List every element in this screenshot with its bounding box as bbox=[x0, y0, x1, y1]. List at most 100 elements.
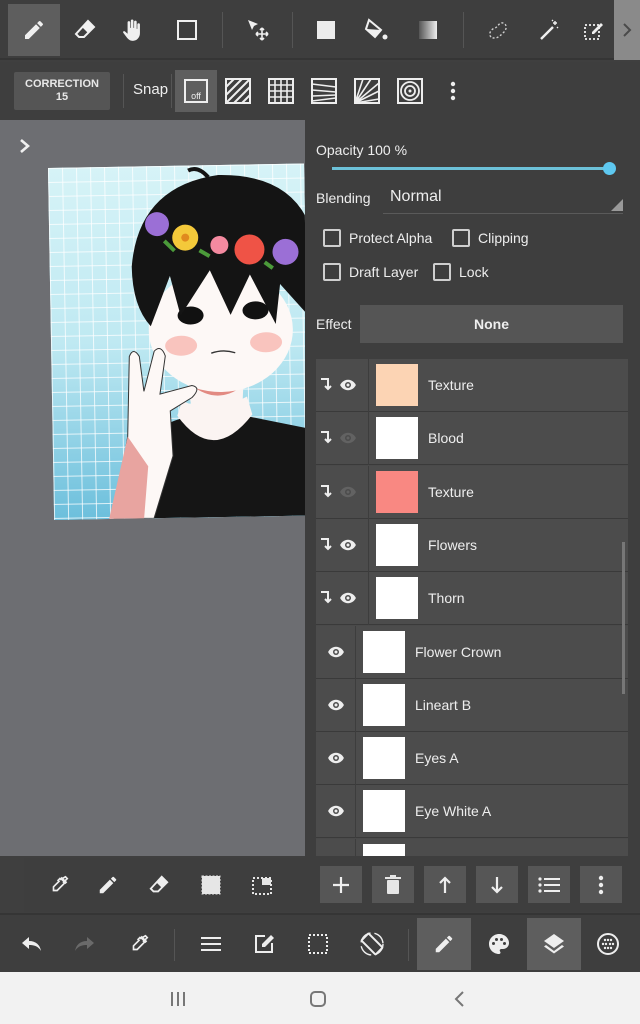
back-button[interactable] bbox=[446, 986, 472, 1012]
layer-row[interactable]: Flowers bbox=[316, 518, 628, 572]
recent-apps-button[interactable] bbox=[165, 986, 191, 1012]
delete-layer-button[interactable] bbox=[372, 866, 414, 903]
list-icon bbox=[538, 876, 560, 893]
selection-pen-button[interactable] bbox=[574, 4, 614, 56]
snap-concentric-button[interactable] bbox=[389, 70, 431, 112]
select-all-button[interactable] bbox=[196, 870, 226, 900]
layer-visibility-toggle[interactable] bbox=[339, 429, 357, 447]
select-all-icon bbox=[201, 875, 221, 895]
move-layer-down-button[interactable] bbox=[476, 866, 518, 903]
deselect-button[interactable] bbox=[247, 870, 277, 900]
layer-row[interactable]: Thorn bbox=[316, 572, 628, 626]
snap-more-button[interactable] bbox=[432, 70, 474, 112]
layer-list-menu-button[interactable] bbox=[528, 866, 570, 903]
snap-grid-button[interactable] bbox=[260, 70, 302, 112]
brush-panel-button[interactable] bbox=[417, 918, 471, 970]
layer-visibility-toggle[interactable] bbox=[327, 749, 345, 767]
clipping-checkbox[interactable]: Clipping bbox=[452, 229, 529, 247]
gradient-tool-button[interactable] bbox=[402, 4, 454, 56]
snap-radial-button[interactable] bbox=[346, 70, 388, 112]
layer-row[interactable]: Lineart A bbox=[316, 838, 628, 856]
rotate-canvas-button[interactable] bbox=[345, 918, 399, 970]
magic-wand-button[interactable] bbox=[523, 4, 575, 56]
layer-visibility-toggle[interactable] bbox=[327, 643, 345, 661]
lock-checkbox[interactable]: Lock bbox=[433, 263, 489, 281]
layer-thumbnail bbox=[376, 417, 418, 460]
materials-button[interactable] bbox=[581, 918, 635, 970]
effect-label: Effect bbox=[316, 316, 352, 332]
hand-tool-button[interactable] bbox=[107, 4, 159, 56]
fill-tool-button[interactable] bbox=[300, 4, 352, 56]
eyedropper-button[interactable] bbox=[112, 918, 166, 970]
layer-list-scrollbar[interactable] bbox=[622, 542, 625, 694]
menu-button[interactable] bbox=[184, 918, 238, 970]
quick-eyedropper-button[interactable] bbox=[44, 870, 74, 900]
redo-icon bbox=[75, 937, 94, 951]
rectangle-select-button[interactable] bbox=[161, 4, 213, 56]
canvas-expand-button[interactable] bbox=[18, 138, 32, 154]
layer-thumbnail bbox=[363, 790, 405, 833]
layer-row[interactable]: Lineart B bbox=[316, 678, 628, 732]
opacity-slider-track[interactable] bbox=[332, 167, 610, 170]
layer-visibility-toggle[interactable] bbox=[339, 376, 357, 394]
layer-list[interactable]: Texture Blood Texture Flowers Thorn Flower Cr… bbox=[316, 359, 628, 856]
layer-row[interactable]: Eyes A bbox=[316, 732, 628, 786]
layer-row[interactable]: Texture bbox=[316, 359, 628, 412]
snap-off-button[interactable]: off bbox=[175, 70, 217, 112]
toolbar-expand-button[interactable] bbox=[614, 0, 640, 60]
back-chevron-icon bbox=[454, 991, 464, 1007]
layer-row[interactable]: Flower Crown bbox=[316, 625, 628, 679]
bucket-tool-button[interactable] bbox=[350, 4, 402, 56]
checkbox-box bbox=[323, 229, 341, 247]
magic-wand-icon bbox=[540, 19, 559, 40]
undo-button[interactable] bbox=[4, 918, 58, 970]
eye-icon bbox=[340, 486, 356, 497]
layer-visibility-toggle[interactable] bbox=[327, 802, 345, 820]
artwork-canvas[interactable] bbox=[48, 163, 311, 520]
quick-pen-button[interactable] bbox=[93, 870, 123, 900]
move-layer-up-button[interactable] bbox=[424, 866, 466, 903]
layer-visibility-toggle[interactable] bbox=[339, 589, 357, 607]
chevron-right-icon bbox=[623, 23, 632, 37]
clipping-arrow-icon bbox=[321, 431, 332, 444]
effect-button[interactable]: None bbox=[360, 305, 623, 343]
protect-alpha-checkbox[interactable]: Protect Alpha bbox=[323, 229, 432, 247]
layer-row[interactable]: Blood bbox=[316, 412, 628, 466]
lasso-icon bbox=[489, 22, 507, 39]
checkbox-box bbox=[452, 229, 470, 247]
layer-row[interactable]: Texture bbox=[316, 465, 628, 519]
lasso-tool-button[interactable] bbox=[472, 4, 524, 56]
eraser-tool-button[interactable] bbox=[59, 4, 111, 56]
dotted-circle-icon bbox=[597, 933, 619, 955]
snap-perspective-button[interactable] bbox=[303, 70, 345, 112]
edit-button[interactable] bbox=[237, 918, 291, 970]
pen-tool-button[interactable] bbox=[8, 4, 60, 56]
plus-icon bbox=[333, 876, 349, 893]
correction-value: 15 bbox=[55, 91, 69, 103]
quick-eraser-button[interactable] bbox=[144, 870, 174, 900]
layer-thumbnail bbox=[363, 630, 405, 673]
layer-more-button[interactable] bbox=[580, 866, 622, 903]
snap-parallel-button[interactable] bbox=[217, 70, 259, 112]
correction-button[interactable]: CORRECTION 15 bbox=[14, 72, 110, 110]
eye-icon bbox=[340, 379, 356, 391]
checkbox-box bbox=[323, 263, 341, 281]
layer-visibility-toggle[interactable] bbox=[339, 483, 357, 501]
layer-row[interactable]: Eye White A bbox=[316, 785, 628, 839]
color-panel-button[interactable] bbox=[472, 918, 526, 970]
dropdown-triangle-icon bbox=[611, 199, 623, 211]
blending-dropdown[interactable]: Normal bbox=[383, 182, 623, 214]
add-layer-button[interactable] bbox=[320, 866, 362, 903]
draft-layer-checkbox[interactable]: Draft Layer bbox=[323, 263, 418, 281]
move-tool-button[interactable] bbox=[232, 4, 284, 56]
layer-panel-button[interactable] bbox=[527, 918, 581, 970]
clipping-indicator bbox=[320, 377, 332, 391]
home-button[interactable] bbox=[305, 986, 331, 1012]
edit-square-icon bbox=[255, 935, 274, 953]
opacity-slider-thumb[interactable] bbox=[603, 162, 616, 175]
redo-button[interactable] bbox=[58, 918, 112, 970]
palette-icon bbox=[489, 934, 509, 954]
layer-visibility-toggle[interactable] bbox=[339, 536, 357, 554]
selection-button[interactable] bbox=[291, 918, 345, 970]
layer-visibility-toggle[interactable] bbox=[327, 696, 345, 714]
